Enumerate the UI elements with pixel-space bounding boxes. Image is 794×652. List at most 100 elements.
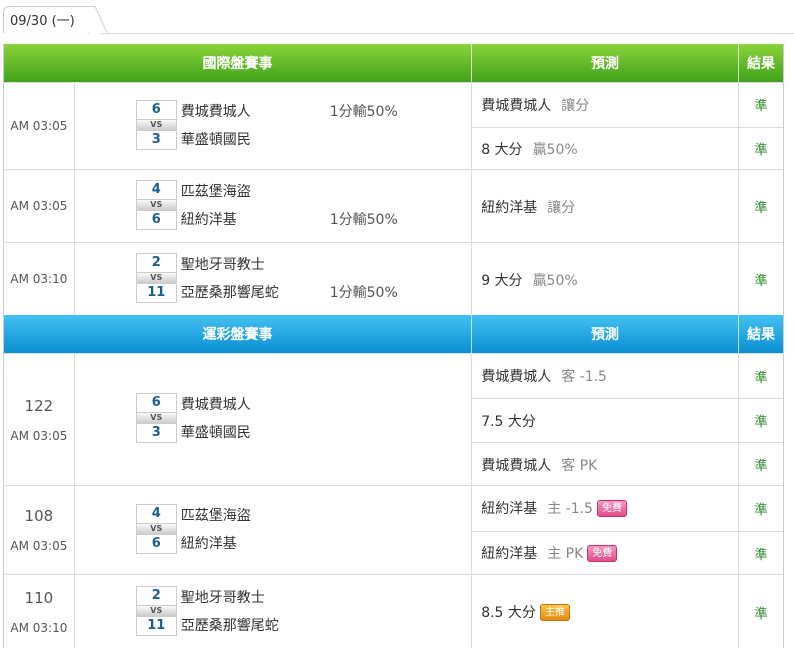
score-box: 6 VS 3	[135, 393, 177, 443]
result-item[interactable]: 準	[739, 442, 783, 486]
prediction-pick: 9 大分	[481, 272, 523, 289]
prediction-column: 8.5 大分 主推	[472, 575, 740, 649]
matchup-cell: 6 VS 3 費城費城人華盛頓國民	[75, 354, 473, 485]
home-score: 2	[151, 588, 161, 603]
result-item[interactable]: 準	[739, 83, 783, 127]
team-home[interactable]: 聖地牙哥教士	[181, 254, 265, 274]
result-item[interactable]: 準	[739, 170, 783, 243]
section1-pred-header: 預測	[472, 44, 739, 82]
kickoff-time: AM 03:05	[10, 539, 68, 553]
prediction-pick: 費城費城人	[481, 369, 552, 385]
score-box: 6 VS 3	[135, 100, 177, 150]
prediction-item: 8 大分 贏50%	[472, 126, 739, 171]
prediction-detail: 客 PK	[561, 457, 598, 474]
prediction-column: 費城費城人 讓分 8 大分 贏50%	[472, 83, 740, 171]
prediction-detail: 贏50%	[532, 141, 578, 158]
prediction-pick: 紐約洋基	[481, 501, 538, 518]
score-box: 4 VS 6	[135, 504, 177, 554]
free-badge: 免費	[596, 499, 627, 517]
section2-result-header: 結果	[747, 327, 775, 343]
matchup-cell: 4 VS 6 匹茲堡海盜紐約洋基 1分輸50%	[75, 170, 473, 242]
prediction-detail: 讓分	[561, 97, 590, 114]
vs-label: VS	[136, 199, 176, 211]
prediction-detail: 主 -1.5	[547, 501, 593, 518]
prediction-item: 紐約洋基 讓分	[472, 170, 738, 243]
game-number: 108	[24, 507, 54, 525]
result-column: 準準準	[739, 354, 783, 485]
score-box: 2 VS 11	[135, 586, 177, 636]
team-home[interactable]: 費城費城人	[181, 101, 251, 121]
section1-result-header: 結果	[747, 56, 775, 72]
kickoff-cell: AM 03:05	[4, 83, 75, 169]
match-row: 110 AM 03:10 2 VS 11 聖地牙哥教士 亞歷桑那響尾蛇 8.5 大分 主推準	[4, 574, 783, 648]
result-item[interactable]: 準	[739, 575, 783, 649]
kickoff-time: AM 03:05	[10, 428, 68, 443]
team-away[interactable]: 紐約洋基	[181, 209, 237, 229]
prediction-column: 紐約洋基 讓分	[472, 170, 740, 243]
kickoff-time: AM 03:10	[10, 620, 68, 635]
section2-pred-header: 預測	[472, 315, 739, 353]
team-home[interactable]: 匹茲堡海盜	[181, 181, 251, 201]
kickoff-time: AM 03:10	[10, 272, 68, 286]
away-score: 11	[147, 285, 166, 300]
result-item[interactable]: 準	[739, 126, 783, 171]
home-score: 4	[151, 182, 161, 197]
section2-header: 運彩盤賽事 預測 結果	[4, 315, 783, 353]
match-row: AM 03:10 2 VS 11 聖地牙哥教士 亞歷桑那響尾蛇 1分輸50% 9 大分 贏50%…	[4, 242, 783, 315]
score-box: 4 VS 6	[135, 180, 177, 230]
handicap-result: 1分輸50%	[329, 212, 398, 228]
handicap-result: 1分輸50%	[329, 104, 398, 120]
prediction-item: 8.5 大分 主推	[472, 575, 738, 649]
team-home[interactable]: 費城費城人	[181, 394, 251, 414]
game-number: 110	[24, 588, 54, 607]
kickoff-cell: 110 AM 03:10	[4, 575, 75, 648]
match-row: 122 AM 03:05 6 VS 3 費城費城人 華盛頓國民 費城費城人客 -1.5 7.5 …	[4, 353, 783, 485]
results-panel: 國際盤賽事 預測 結果 AM 03:05 6 VS 3 費城費城人 華盛頓國民 1分輸50%…	[3, 44, 784, 648]
kickoff-cell: AM 03:05	[4, 170, 75, 242]
prediction-detail: 讓分	[547, 199, 576, 216]
section2-body: 122 AM 03:05 6 VS 3 費城費城人 華盛頓國民 費城費城人客 -1.5 7.5 …	[4, 353, 783, 648]
prediction-item: 費城費城人客 -1.5	[472, 354, 738, 398]
matchup-cell: 4 VS 6 匹茲堡海盜紐約洋基	[75, 486, 473, 574]
away-score: 6	[151, 536, 161, 551]
tab-bar: 09/30 (一)	[0, 0, 794, 34]
game-number: 122	[24, 396, 54, 415]
result-item[interactable]: 準	[739, 486, 783, 531]
prediction-pick: 7.5 大分	[481, 413, 536, 430]
kickoff-time: AM 03:05	[10, 199, 68, 213]
away-score: 11	[147, 618, 166, 633]
prediction-pick: 紐約洋基	[481, 546, 538, 563]
away-score: 3	[151, 132, 161, 147]
date-tab-label: 09/30 (一)	[10, 14, 75, 29]
result-column: 準	[739, 575, 783, 648]
away-score: 6	[151, 212, 161, 227]
team-away[interactable]: 紐約洋基	[181, 533, 237, 553]
team-away[interactable]: 華盛頓國民	[181, 129, 251, 149]
prediction-pick: 8.5 大分	[481, 605, 536, 621]
result-column: 準	[739, 243, 783, 315]
result-item[interactable]: 準	[739, 354, 783, 398]
score-box: 2 VS 11	[135, 253, 177, 303]
section1-title: 國際盤賽事	[4, 44, 472, 82]
prediction-detail: 客 -1.5	[561, 369, 607, 385]
result-column: 準準	[739, 83, 783, 169]
kickoff-cell: AM 03:10	[4, 243, 75, 315]
team-away[interactable]: 亞歷桑那響尾蛇	[181, 282, 279, 302]
free-badge: 免費	[587, 544, 618, 562]
result-item[interactable]: 準	[739, 243, 783, 316]
matchup-cell: 2 VS 11 聖地牙哥教士 亞歷桑那響尾蛇	[75, 575, 473, 648]
result-column: 準	[739, 170, 783, 242]
prediction-item: 紐約洋基主 -1.5 免費	[472, 486, 738, 531]
team-away[interactable]: 亞歷桑那響尾蛇	[181, 615, 279, 635]
away-score: 3	[151, 425, 161, 440]
match-row: 108 AM 03:05 4 VS 6 匹茲堡海盜 紐約洋基 紐約洋基主 -1.5 免費 紐約洋基…	[4, 485, 783, 574]
result-item[interactable]: 準	[739, 398, 783, 442]
team-away[interactable]: 華盛頓國民	[181, 422, 251, 442]
date-tab[interactable]: 09/30 (一)	[3, 6, 89, 33]
kickoff-time: AM 03:05	[10, 119, 68, 133]
team-home[interactable]: 聖地牙哥教士	[181, 587, 265, 607]
result-item[interactable]: 準	[739, 530, 783, 576]
home-score: 6	[151, 102, 161, 117]
section2-title: 運彩盤賽事	[4, 315, 472, 353]
team-home[interactable]: 匹茲堡海盜	[181, 505, 251, 525]
